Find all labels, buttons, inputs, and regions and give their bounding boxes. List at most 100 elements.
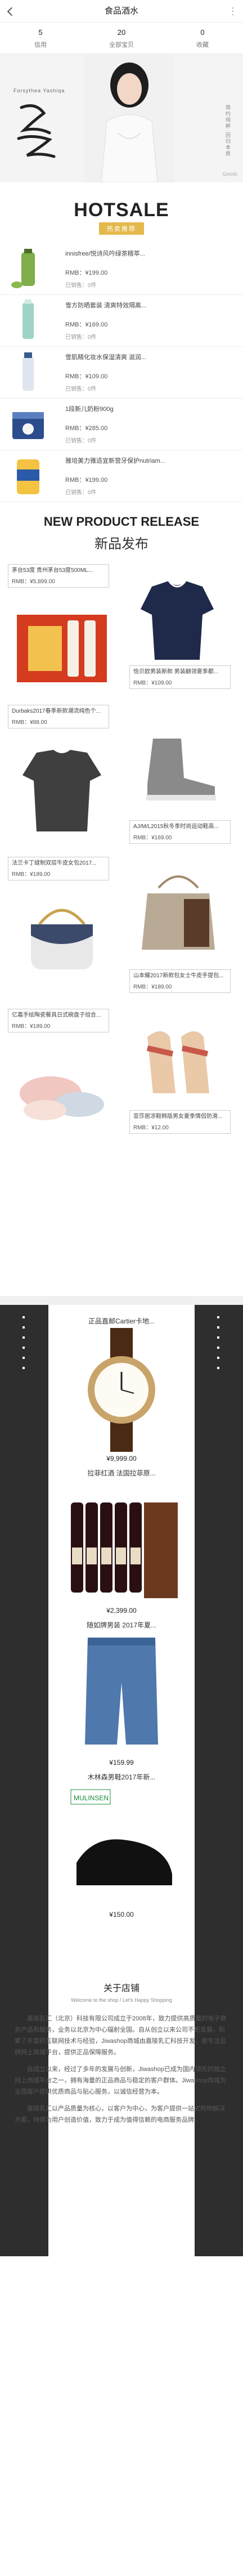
- stat-value: 20: [117, 28, 126, 37]
- product-image[interactable]: [130, 1014, 226, 1104]
- product-image[interactable]: [130, 722, 226, 812]
- product-card[interactable]: 亚莎居凉鞋韩版男女夏季情侣防滑... RMB：¥12.00: [129, 1110, 231, 1134]
- list-item[interactable]: innisfree/悦诗风吟绿茶精萃... RMB：¥199.00 已销售：0件: [0, 243, 243, 295]
- page-title: 食品酒水: [104, 6, 138, 16]
- new-product-grid: 茅台53度 贵州茅台53度500ML... RMB：¥5,899.00 恰贝欧男…: [0, 564, 243, 1296]
- hero-brand: Forsythea Yashiqa: [14, 88, 65, 93]
- product-price: RMB：¥285.00: [65, 425, 108, 432]
- product-price: RMB：¥88.00: [12, 719, 47, 726]
- product-price: RMB：¥169.00: [65, 321, 108, 328]
- product-price: RMB：¥169.00: [133, 835, 172, 841]
- about-subtitle: Welcome to the shop / Let's Happy Shoppi…: [71, 1997, 172, 2003]
- list-item[interactable]: 雪方防晒套装 清爽特效隔离... RMB：¥169.00 已销售：0件: [0, 295, 243, 347]
- featured-product[interactable]: 正品直邮Cartier卡地... ¥9,999.00: [48, 1316, 195, 1463]
- product-sold: 已销售：0件: [65, 438, 97, 444]
- product-name: 山本耀2017新款包女士牛皮手提包...: [133, 973, 224, 979]
- stat-label: 信用: [34, 42, 47, 48]
- product-card[interactable]: Durbaks2017春季新款潮流纯色个... RMB：¥88.00: [8, 705, 109, 728]
- list-item[interactable]: 1段新儿奶粉900g RMB：¥285.00 已销售：0件: [0, 399, 243, 450]
- product-image: [17, 459, 39, 494]
- more-icon[interactable]: · · ·: [231, 3, 235, 18]
- film-dots-left: [22, 1316, 26, 1377]
- product-name: AJ/M/L2015秋冬季时尚运动鞋高...: [133, 824, 219, 830]
- product-price: RMB：¥199.00: [65, 270, 108, 276]
- section-divider: [0, 1296, 243, 1305]
- stat-value: 5: [38, 28, 43, 37]
- product-card[interactable]: AJ/M/L2015秋冬季时尚运动鞋高... RMB：¥169.00: [129, 820, 231, 844]
- product-image: [12, 412, 44, 439]
- hot-list: innisfree/悦诗风吟绿茶精萃... RMB：¥199.00 已销售：0件…: [0, 243, 243, 502]
- product-sold: 已销售：0件: [65, 490, 97, 496]
- stat-label: 收藏: [196, 42, 209, 48]
- list-item[interactable]: 雪肌精化妆水保湿清爽 滋润... RMB：¥109.00 已销售：0件: [0, 347, 243, 399]
- stat-all-items[interactable]: 20 全部宝贝: [81, 23, 162, 53]
- hotsale-header: HOTSALE 热卖推荐: [0, 182, 243, 243]
- stat-credit[interactable]: 5 信用: [0, 23, 81, 53]
- product-price: RMB：¥189.00: [12, 871, 51, 878]
- back-icon[interactable]: [6, 6, 16, 16]
- product-name: 木林森男鞋2017年新...: [87, 1773, 156, 1781]
- product-card[interactable]: 茅台53度 贵州茅台53度500ML... RMB：¥5,899.00: [8, 564, 109, 588]
- featured-product[interactable]: 木林森男鞋2017年新... MULINSEN ¥150.00: [48, 1772, 195, 1918]
- product-name: 雪肌精化妆水保湿清爽 滋润...: [65, 354, 147, 361]
- product-price: RMB：¥109.00: [133, 680, 172, 686]
- product-name: 亿嘉手绘陶瓷餐具日式碗盘子组合...: [12, 1012, 101, 1018]
- new-product-title: NEW PRODUCT RELEASE: [43, 515, 200, 529]
- hotsale-title: HOTSALE: [74, 199, 169, 221]
- about-paragraph: 嘉陵乳汇以产品质量为核心，以客户为中心，为客户提供一站式购物解决方案，持续为用户…: [15, 2105, 225, 2123]
- store-page: 食品酒水 · · · 5 信用 20 全部宝贝 0 收藏 Forsythea Yas…: [0, 0, 243, 2576]
- product-price: ¥2,399.00: [106, 1607, 137, 1615]
- product-image: [71, 1502, 178, 1598]
- product-name: 法兰卡丁缝制双层牛皮女包2017...: [12, 860, 97, 866]
- product-price: RMB：¥189.00: [12, 1023, 51, 1030]
- product-card[interactable]: 亿嘉手绘陶瓷餐具日式碗盘子组合... RMB：¥189.00: [8, 1009, 109, 1032]
- product-name: 1段新儿奶粉900g: [65, 406, 114, 413]
- stat-value: 0: [200, 28, 205, 37]
- product-price: RMB：¥109.00: [65, 373, 108, 380]
- hotsale-subtitle: 热卖推荐: [99, 222, 144, 235]
- product-price: ¥9,999.00: [106, 1455, 137, 1463]
- product-name: 正品直邮Cartier卡地...: [88, 1317, 155, 1325]
- product-price: ¥150.00: [109, 1911, 134, 1918]
- product-card[interactable]: 恰贝欧男装新款 男装翻领夏季都... RMB：¥109.00: [129, 665, 231, 689]
- calligraphy-logo: [17, 104, 56, 158]
- product-price: RMB：¥12.00: [133, 1125, 169, 1131]
- product-name: 雅培美力雅适宜新营牙保护nutriam...: [65, 458, 165, 464]
- hero-banner[interactable]: Forsythea Yashiqa 简约纯粹·回归本质 Goods: [0, 54, 243, 182]
- stat-label: 全部宝贝: [109, 42, 134, 48]
- product-card[interactable]: 法兰卡丁缝制双层牛皮女包2017... RMB：¥189.00: [8, 857, 109, 880]
- product-name: 茅台53度 贵州茅台53度500ML...: [12, 567, 93, 574]
- product-name: 随如牌男装 2017年夏...: [86, 1621, 157, 1629]
- product-image: [88, 1328, 155, 1452]
- product-sold: 已销售：0件: [65, 283, 97, 289]
- product-price: RMB：¥5,899.00: [12, 579, 55, 585]
- about-paragraph: 嘉陵乳汇（北京）科技有限公司成立于2008年，致力提供高质量的电子商务产品和服务…: [15, 2015, 227, 2056]
- product-image: MULINSEN: [70, 1789, 172, 1885]
- product-image[interactable]: [11, 1043, 112, 1133]
- product-card[interactable]: 山本耀2017新款包女士牛皮手提包... RMB：¥189.00: [129, 969, 231, 993]
- product-image: [11, 249, 35, 288]
- product-name: 恰贝欧男装新款 男装翻领夏季都...: [133, 669, 219, 675]
- product-image: [22, 299, 34, 339]
- product-image[interactable]: [129, 570, 225, 665]
- product-image[interactable]: [130, 865, 226, 955]
- about-paragraph: 自成立以来，经过了多年的发展与创新，Jiwashop已成为国内领先的独立网上商城…: [15, 2066, 226, 2095]
- about-shop: 关于店铺 Welcome to the shop / Let's Happy S…: [0, 1975, 243, 2131]
- about-title: 关于店铺: [103, 1984, 140, 1993]
- stat-favorites[interactable]: 0 收藏: [162, 23, 243, 53]
- shop-stats: 5 信用 20 全部宝贝 0 收藏: [0, 23, 243, 54]
- product-sold: 已销售：0件: [65, 386, 97, 392]
- product-image: [85, 1638, 158, 1745]
- hero-tagline: 简约纯粹·回归本质: [225, 105, 231, 157]
- product-name: innisfree/悦诗风吟绿茶精萃...: [65, 251, 145, 257]
- product-image[interactable]: [11, 744, 112, 834]
- list-item[interactable]: 雅培美力雅适宜新营牙保护nutriam... RMB：¥199.00 已销售：0…: [0, 450, 243, 502]
- featured-product[interactable]: 随如牌男装 2017年夏... ¥159.99: [48, 1620, 195, 1766]
- product-name: 拉菲红酒 法国拉菲原...: [87, 1469, 156, 1477]
- product-name: 亚莎居凉鞋韩版男女夏季情侣防滑...: [133, 1113, 223, 1120]
- product-price: RMB：¥189.00: [133, 984, 172, 990]
- new-product-subtitle: 新品发布: [94, 536, 148, 552]
- featured-product[interactable]: 拉菲红酒 法国拉菲原... ¥2,399.00: [48, 1468, 195, 1615]
- product-image[interactable]: [17, 891, 107, 975]
- product-image[interactable]: [11, 603, 112, 688]
